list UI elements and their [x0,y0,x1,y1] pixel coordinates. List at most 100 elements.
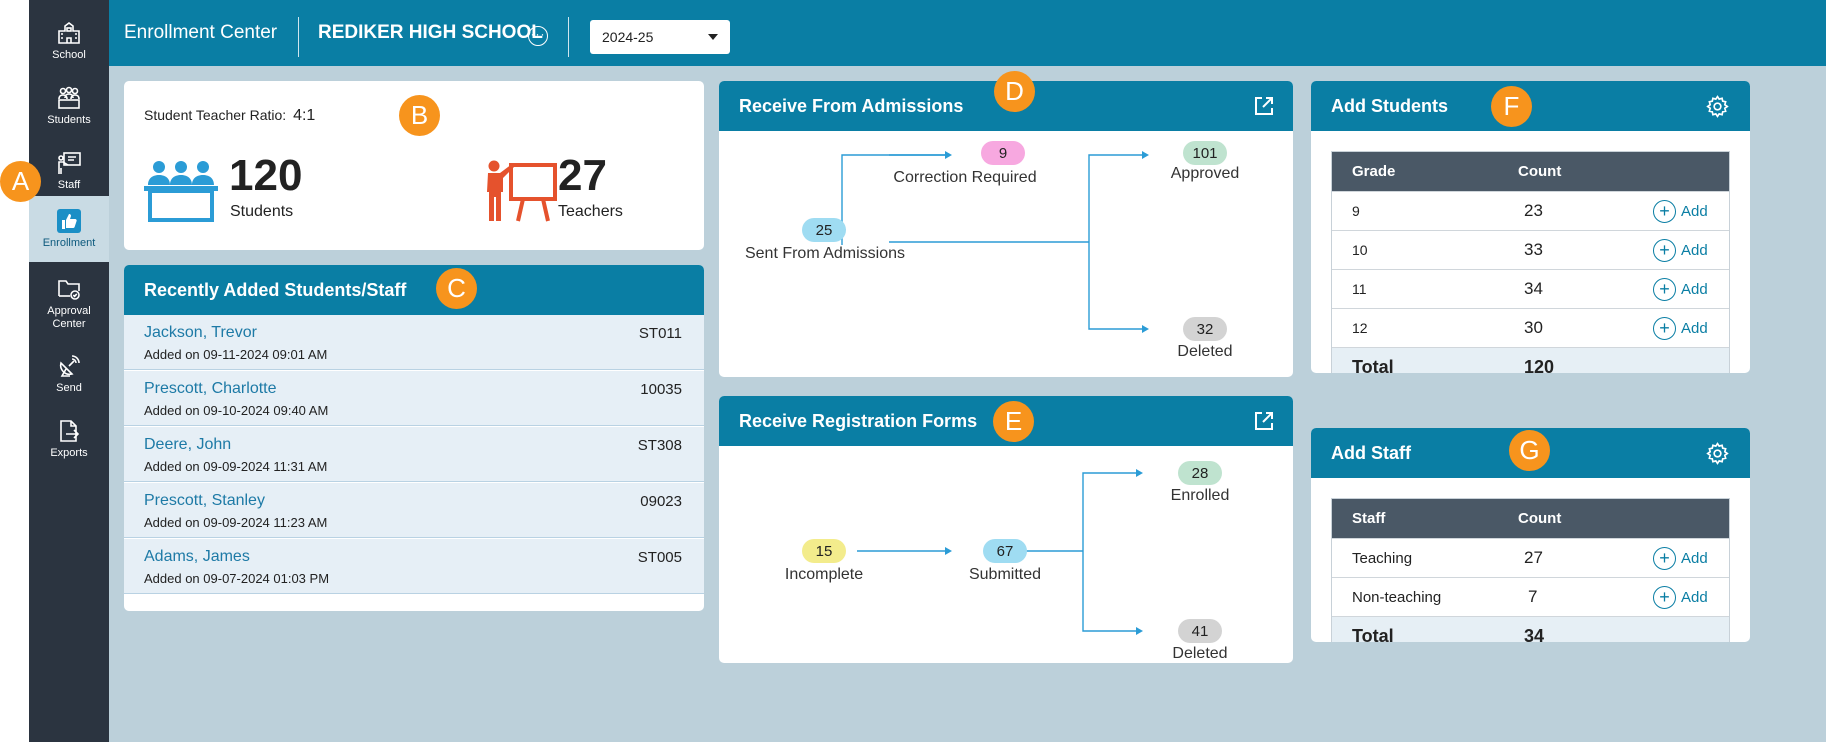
gear-icon[interactable] [1705,441,1730,466]
students-total-row: Total 120 [1332,347,1729,373]
incomplete-count[interactable]: 15 [802,539,846,563]
registration-title: Receive Registration Forms [739,410,978,431]
sidebar-item-label: Students [47,114,91,126]
table-row: 12 30 + Add [1332,308,1729,347]
grade-cell: 9 [1352,203,1360,219]
plus-circle-icon: + [1653,546,1676,570]
sidebar-item-send[interactable]: Send [29,343,109,405]
recent-row[interactable]: Jackson, Trevor ST011 Added on 09-11-202… [124,315,704,370]
correction-required-label: Correction Required [893,169,1037,186]
callout-badge-g: G [1509,430,1550,471]
staff-type-cell: Non-teaching [1352,588,1442,606]
recent-row[interactable]: Deere, John ST308 Added on 09-09-2024 11… [124,427,704,482]
admissions-deleted-label: Deleted [1177,343,1233,360]
recent-name-link[interactable]: Prescott, Charlotte [144,380,277,398]
add-non-teaching-staff-button[interactable]: + Add [1653,578,1708,616]
col-count: Count [1518,163,1562,180]
recent-id: 09023 [640,493,682,510]
recent-row[interactable]: Prescott, Charlotte 10035 Added on 09-10… [124,371,704,426]
sidebar-item-approval-center[interactable]: Approval Center [29,268,109,338]
correction-required-count[interactable]: 9 [981,141,1025,165]
table-row: 11 34 + Add [1332,269,1729,308]
sidebar-item-exports[interactable]: Exports [29,408,109,470]
count-cell: 27 [1524,548,1543,567]
sidebar: School Students Staff Enrollment Approva… [29,0,109,742]
teacher-board-icon [487,160,557,222]
school-name: REDIKER HIGH SCHOOL [318,22,543,43]
table-row: 9 23 + Add [1332,191,1729,230]
recent-name-link[interactable]: Deere, John [144,436,231,454]
sidebar-item-school[interactable]: School [29,10,109,72]
add-grade-10-button[interactable]: + Add [1653,231,1708,269]
admissions-deleted-count[interactable]: 32 [1183,317,1227,341]
submitted-label: Submitted [968,566,1042,583]
approved-count[interactable]: 101 [1183,141,1227,165]
callout-badge-c: C [436,268,477,309]
ratio-line: Student Teacher Ratio: 4:1 [144,107,315,125]
recent-added-date: Added on 09-09-2024 11:31 AM [144,459,328,474]
registration-deleted-label: Deleted [1172,645,1228,662]
recent-id: ST011 [638,325,682,342]
year-select-value: 2024-25 [602,29,654,45]
grade-cell: 11 [1352,281,1367,297]
recent-card: Recently Added Students/Staff Jackson, T… [124,265,704,611]
main-content: Student Teacher Ratio: 4:1 120 Students … [109,66,1826,742]
staff-total-row: Total 34 [1332,616,1729,642]
add-label: Add [1681,202,1708,220]
recent-row[interactable]: Adams, James ST005 Added on 09-07-2024 0… [124,539,704,594]
recent-id: ST005 [637,549,682,566]
app-title: Enrollment Center [124,22,278,43]
sidebar-item-staff[interactable]: Staff [29,140,109,202]
add-grade-11-button[interactable]: + Add [1653,270,1708,308]
recent-id: 10035 [640,381,682,398]
sidebar-item-label: Staff [57,179,81,191]
students-group-icon [144,161,218,222]
recent-added-date: Added on 09-10-2024 09:40 AM [144,403,329,418]
year-select[interactable]: 2024-25 [590,20,730,54]
school-options-icon[interactable]: ··· [528,26,548,46]
col-grade: Grade [1352,163,1396,180]
recent-name-link[interactable]: Prescott, Stanley [144,492,265,510]
total-label: Total [1352,356,1394,374]
col-count: Count [1518,510,1562,527]
add-grade-12-button[interactable]: + Add [1653,309,1708,347]
enrolled-count[interactable]: 28 [1178,461,1222,485]
plus-circle-icon: + [1653,238,1676,262]
plus-circle-icon: + [1653,199,1676,223]
recent-name-link[interactable]: Jackson, Trevor [144,324,257,342]
approved-label: Approved [1170,165,1240,182]
registration-deleted-count[interactable]: 41 [1178,619,1222,643]
sidebar-item-label: Approval Center [47,304,91,330]
plus-circle-icon: + [1653,585,1676,609]
submitted-count[interactable]: 67 [983,539,1027,563]
sidebar-item-enrollment[interactable]: Enrollment [29,196,109,262]
plus-circle-icon: + [1653,316,1676,340]
students-label: Students [230,203,294,220]
add-grade-9-button[interactable]: + Add [1653,192,1708,230]
sidebar-item-students[interactable]: Students [29,75,109,137]
sidebar-item-label: School [52,49,86,61]
add-label: Add [1681,319,1708,337]
count-cell: 33 [1524,240,1543,259]
enrolled-label: Enrolled [1170,487,1230,504]
count-cell: 30 [1524,318,1543,337]
recent-added-date: Added on 09-11-2024 09:01 AM [144,347,328,362]
recent-id: ST308 [637,437,682,454]
incomplete-label: Incomplete [784,566,864,583]
add-teaching-staff-button[interactable]: + Add [1653,539,1708,577]
total-label: Total [1352,625,1394,643]
external-link-icon[interactable] [1253,410,1275,432]
external-link-icon[interactable] [1253,95,1275,117]
grade-cell: 10 [1352,242,1368,258]
add-students-title: Add Students [1331,95,1448,116]
col-staff: Staff [1352,510,1386,527]
recent-row[interactable]: Prescott, Stanley 09023 Added on 09-09-2… [124,483,704,538]
recent-name-link[interactable]: Adams, James [144,548,250,566]
callout-badge-e: E [993,401,1034,442]
sent-from-admissions-count[interactable]: 25 [802,218,846,242]
chevron-down-icon [708,34,718,40]
teachers-count: 27 [558,151,607,200]
students-count: 120 [229,151,303,200]
gear-icon[interactable] [1705,94,1730,119]
top-bar: Enrollment Center REDIKER HIGH SCHOOL ··… [109,0,1826,66]
